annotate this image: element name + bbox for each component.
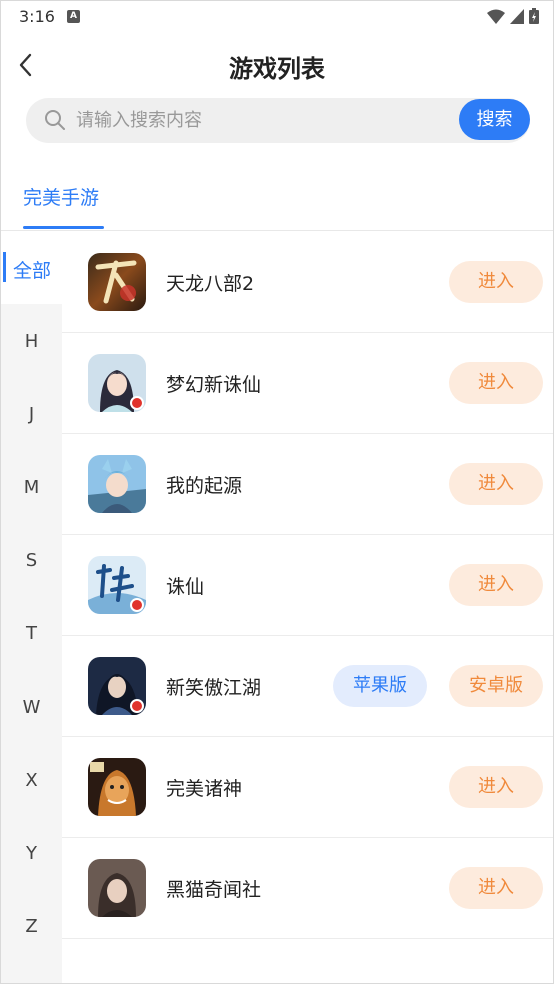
notification-a-icon: A (67, 10, 80, 23)
wifi-icon (487, 9, 505, 24)
qiyuan-icon[interactable] (88, 455, 146, 513)
search-icon (45, 110, 65, 130)
signal-icon (510, 8, 524, 24)
tab-active-indicator (23, 226, 104, 229)
xiaoao-icon[interactable] (88, 657, 146, 715)
index-letter-s[interactable]: S (1, 550, 62, 571)
page-title: 游戏列表 (229, 55, 325, 83)
game-list: 天龙八部2 进入 梦幻新诛仙 进入 我的起源 进入 诛仙 进入 新笑傲江湖 苹果… (62, 232, 553, 939)
badge-icon (130, 598, 144, 612)
index-letter-x[interactable]: X (1, 770, 62, 791)
index-all-label: 全部 (13, 260, 52, 282)
index-letter-m[interactable]: M (1, 477, 62, 498)
game-name: 完美诸神 (166, 778, 243, 800)
app-frame: 3:16 A 游戏列表 搜索 完美手游 全部 H J M S T W (0, 0, 554, 984)
header: 游戏列表 (1, 33, 553, 95)
badge-icon (130, 699, 144, 713)
game-name: 诛仙 (166, 576, 205, 598)
search-button[interactable]: 搜索 (459, 99, 530, 140)
search-bar: 搜索 (26, 98, 530, 143)
enter-button[interactable]: 进入 (449, 867, 543, 909)
battery-icon (529, 8, 539, 24)
heimao-icon[interactable] (88, 859, 146, 917)
menghuan-icon[interactable] (88, 354, 146, 412)
index-active-indicator (3, 252, 6, 282)
game-row: 我的起源 进入 (62, 434, 553, 535)
index-all-item[interactable]: 全部 (1, 232, 62, 304)
game-name: 我的起源 (166, 475, 243, 497)
index-letter-w[interactable]: W (1, 697, 62, 718)
index-letter-h[interactable]: H (1, 331, 62, 352)
search-input[interactable] (76, 98, 456, 143)
game-row: 新笑傲江湖 苹果版 安卓版 (62, 636, 553, 737)
apple-version-button[interactable]: 苹果版 (333, 665, 427, 707)
zhushen-icon[interactable] (88, 758, 146, 816)
index-letter-j[interactable]: J (1, 404, 62, 425)
tab-wanmei-shouyou[interactable]: 完美手游 (23, 183, 99, 210)
game-row: 天龙八部2 进入 (62, 232, 553, 333)
enter-button[interactable]: 进入 (449, 261, 543, 303)
enter-button[interactable]: 进入 (449, 564, 543, 606)
enter-button[interactable]: 进入 (449, 463, 543, 505)
index-letter-y[interactable]: Y (1, 843, 62, 864)
enter-button[interactable]: 进入 (449, 362, 543, 404)
status-icons (487, 8, 539, 24)
status-time: 3:16 (19, 7, 55, 26)
game-row: 完美诸神 进入 (62, 737, 553, 838)
category-tabs: 完美手游 (1, 161, 553, 231)
index-letter-z[interactable]: Z (1, 916, 62, 937)
game-row: 诛仙 进入 (62, 535, 553, 636)
index-letter-t[interactable]: T (1, 623, 62, 644)
status-bar: 3:16 A (1, 1, 553, 33)
game-name: 梦幻新诛仙 (166, 374, 262, 396)
zhuxian-icon[interactable] (88, 556, 146, 614)
enter-button[interactable]: 进入 (449, 766, 543, 808)
letter-index: 全部 H J M S T W X Y Z (1, 232, 62, 983)
game-row: 黑猫奇闻社 进入 (62, 838, 553, 939)
game-row: 梦幻新诛仙 进入 (62, 333, 553, 434)
game-name: 新笑傲江湖 (166, 677, 262, 699)
game-name: 黑猫奇闻社 (166, 879, 262, 901)
game-name: 天龙八部2 (166, 273, 255, 295)
android-version-button[interactable]: 安卓版 (449, 665, 543, 707)
badge-icon (130, 396, 144, 410)
tianlong-icon[interactable] (88, 253, 146, 311)
